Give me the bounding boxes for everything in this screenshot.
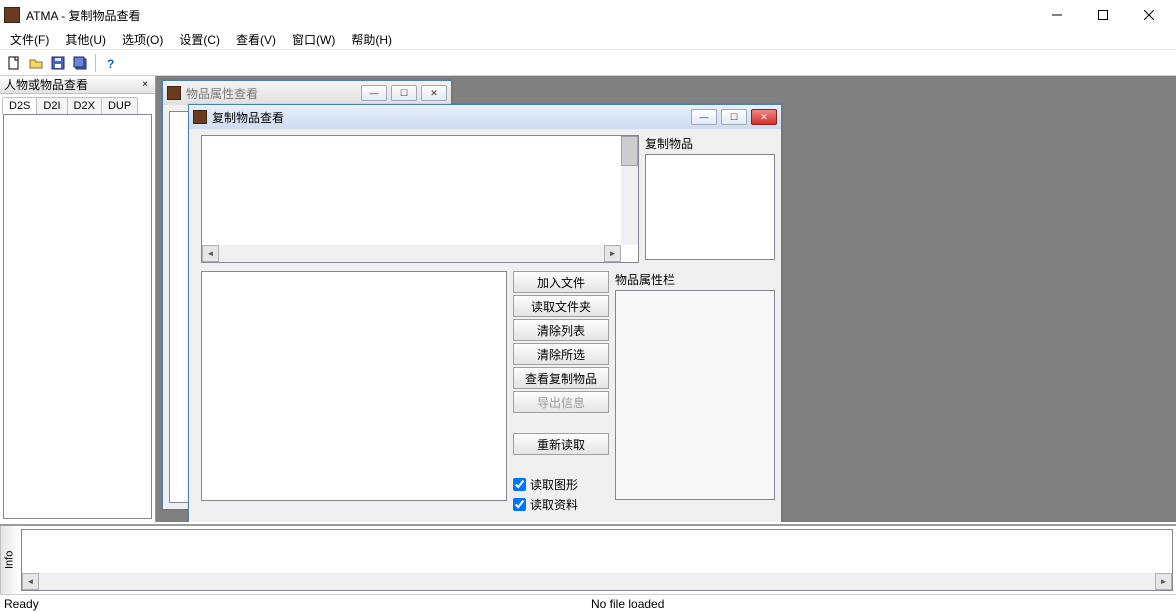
save-icon[interactable] (48, 53, 68, 73)
window-buttons (1034, 0, 1172, 30)
read-graphic-input[interactable] (513, 478, 526, 491)
scroll-right-icon[interactable]: ► (604, 245, 621, 262)
dupe-result-list[interactable] (201, 271, 507, 501)
help-icon[interactable]: ? (101, 53, 121, 73)
menu-file[interactable]: 文件(F) (2, 29, 57, 50)
bottom-info-panel: Info ◄ ► (0, 524, 1176, 594)
child-close-button[interactable]: ✕ (421, 85, 447, 101)
tab-d2i[interactable]: D2I (36, 97, 67, 114)
left-dock-close-icon[interactable]: × (139, 79, 151, 90)
read-data-checkbox[interactable]: 读取资料 (513, 495, 609, 513)
mdi-area: 物品属性查看 — ☐ ✕ 复制物品查看 — ☐ ✕ (156, 76, 1176, 522)
save-all-icon[interactable] (70, 53, 90, 73)
read-data-label: 读取资料 (530, 496, 578, 513)
child-minimize-button[interactable]: — (691, 109, 717, 125)
info-tab[interactable]: Info (0, 526, 18, 594)
status-bar: Ready No file loaded (0, 594, 1176, 612)
child-icon (167, 86, 181, 100)
left-dock-content[interactable] (3, 114, 152, 519)
left-dock-tabs: D2S D2I D2X DUP (0, 94, 155, 114)
vertical-scrollbar[interactable] (621, 136, 638, 245)
view-dupes-button[interactable]: 查看复制物品 (513, 367, 609, 389)
tab-d2x[interactable]: D2X (67, 97, 102, 114)
read-graphic-label: 读取图形 (530, 476, 578, 493)
new-icon[interactable] (4, 53, 24, 73)
client-area: 人物或物品查看 × D2S D2I D2X DUP 物品属性查看 — ☐ ✕ (0, 76, 1176, 522)
status-file: No file loaded (587, 597, 1176, 611)
toolbar: ? (0, 50, 1176, 76)
minimize-button[interactable] (1034, 0, 1080, 30)
titlebar: ATMA - 复制物品查看 (0, 0, 1176, 30)
menu-settings[interactable]: 设置(C) (171, 29, 228, 50)
menu-options[interactable]: 选项(O) (114, 29, 171, 50)
read-folder-button[interactable]: 读取文件夹 (513, 295, 609, 317)
scroll-right-icon[interactable]: ► (1155, 573, 1172, 590)
child-maximize-button[interactable]: ☐ (391, 85, 417, 101)
dupe-button-column: 加入文件 读取文件夹 清除列表 清除所选 查看复制物品 导出信息 重新读取 读取… (513, 271, 609, 513)
item-props-box[interactable] (615, 290, 775, 500)
close-button[interactable] (1126, 0, 1172, 30)
item-props-panel: 物品属性栏 (615, 271, 775, 513)
horizontal-scrollbar[interactable]: ◄ ► (202, 245, 621, 262)
scrollbar-track[interactable] (39, 573, 1155, 590)
left-dock-title: 人物或物品查看 (4, 76, 88, 93)
app-icon (4, 7, 20, 23)
child-body-dupe: ◄ ► 复制物品 加入文件 读取文件夹 清除列 (189, 129, 781, 522)
read-graphic-checkbox[interactable]: 读取图形 (513, 475, 609, 493)
status-ready: Ready (0, 597, 587, 611)
child-title-item-props[interactable]: 物品属性查看 — ☐ ✕ (163, 81, 451, 105)
left-dock-header: 人物或物品查看 × (0, 76, 155, 94)
maximize-button[interactable] (1080, 0, 1126, 30)
menu-other[interactable]: 其他(U) (57, 29, 114, 50)
menu-bar: 文件(F) 其他(U) 选项(O) 设置(C) 查看(V) 窗口(W) 帮助(H… (0, 30, 1176, 50)
menu-help[interactable]: 帮助(H) (343, 29, 400, 50)
dupe-file-list[interactable]: ◄ ► (201, 135, 639, 263)
tab-dup[interactable]: DUP (101, 97, 138, 114)
child-close-button[interactable]: ✕ (751, 109, 777, 125)
menu-view[interactable]: 查看(V) (228, 29, 284, 50)
scrollbar-thumb[interactable] (621, 136, 638, 166)
clear-list-button[interactable]: 清除列表 (513, 319, 609, 341)
child-icon (193, 110, 207, 124)
child-minimize-button[interactable]: — (361, 85, 387, 101)
scroll-left-icon[interactable]: ◄ (22, 573, 39, 590)
svg-text:?: ? (107, 57, 114, 70)
tab-d2s[interactable]: D2S (2, 97, 37, 114)
child-title-text-item-props: 物品属性查看 (186, 85, 357, 102)
dupe-mid-row: 加入文件 读取文件夹 清除列表 清除所选 查看复制物品 导出信息 重新读取 读取… (201, 271, 775, 513)
left-dock-panel: 人物或物品查看 × D2S D2I D2X DUP (0, 76, 156, 522)
child-title-text-dupe: 复制物品查看 (212, 109, 687, 126)
open-icon[interactable] (26, 53, 46, 73)
info-horizontal-scrollbar[interactable]: ◄ ► (22, 573, 1172, 590)
dupe-items-panel: 复制物品 (645, 135, 775, 263)
toolbar-separator (95, 54, 96, 72)
scroll-left-icon[interactable]: ◄ (202, 245, 219, 262)
info-content[interactable]: ◄ ► (21, 529, 1173, 591)
add-file-button[interactable]: 加入文件 (513, 271, 609, 293)
export-info-button[interactable]: 导出信息 (513, 391, 609, 413)
dupe-top-row: ◄ ► 复制物品 (201, 135, 775, 263)
menu-window[interactable]: 窗口(W) (284, 29, 343, 50)
reread-button[interactable]: 重新读取 (513, 433, 609, 455)
item-props-label: 物品属性栏 (615, 271, 775, 288)
clear-selection-button[interactable]: 清除所选 (513, 343, 609, 365)
window-title: ATMA - 复制物品查看 (26, 7, 1034, 24)
child-maximize-button[interactable]: ☐ (721, 109, 747, 125)
dupe-items-box[interactable] (645, 154, 775, 260)
child-window-dupe-viewer[interactable]: 复制物品查看 — ☐ ✕ ◄ ► 复制物品 (188, 104, 782, 522)
child-title-dupe[interactable]: 复制物品查看 — ☐ ✕ (189, 105, 781, 129)
scrollbar-track[interactable] (219, 245, 604, 262)
read-data-input[interactable] (513, 498, 526, 511)
dupe-items-label: 复制物品 (645, 135, 775, 152)
